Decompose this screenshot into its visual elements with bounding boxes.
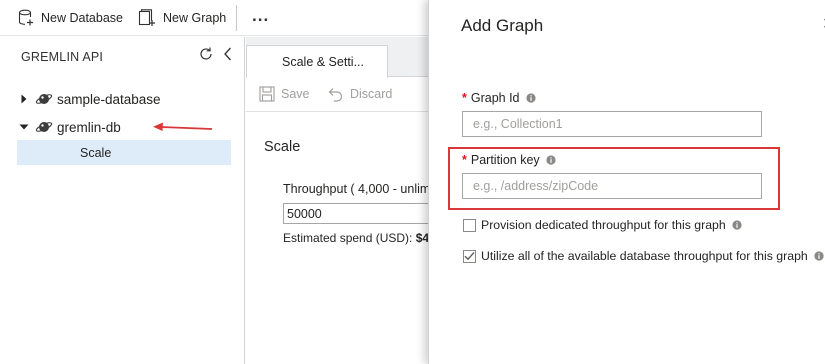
planet-icon [35, 122, 53, 132]
required-marker: * [462, 153, 467, 167]
toolbar-divider [236, 5, 237, 31]
estimated-spend: Estimated spend (USD): $4. [283, 231, 432, 245]
utilize-throughput-checkbox[interactable] [463, 249, 476, 263]
caret-down-icon[interactable] [16, 119, 32, 135]
partition-key-label: * Partition key [462, 153, 556, 167]
tree-item-gremlin-db[interactable]: gremlin-db [0, 115, 121, 139]
panel-title: Add Graph [461, 16, 544, 35]
new-database-button[interactable]: New Database [18, 7, 123, 29]
required-marker: * [462, 91, 467, 105]
discard-button[interactable]: Discard [326, 84, 392, 104]
save-button[interactable]: Save [259, 84, 310, 104]
scale-settings-panel: Scale & Setti... Save Discard Scale Thro… [246, 37, 443, 364]
graph-id-input[interactable]: e.g., Collection1 [462, 111, 762, 137]
spend-label: Estimated spend (USD): [283, 231, 413, 245]
tree-item-label: sample-database [57, 91, 161, 107]
database-plus-icon [18, 9, 33, 26]
save-label: Save [281, 87, 310, 101]
utilize-throughput-label: Utilize all of the available database th… [481, 249, 808, 263]
new-graph-label: New Graph [163, 11, 227, 25]
resource-tree-panel: GREMLIN API sample-database gremlin-db S… [0, 37, 245, 364]
partition-key-input[interactable]: e.g., /address/zipCode [462, 173, 762, 199]
new-database-label: New Database [41, 11, 123, 25]
provision-throughput-label: Provision dedicated throughput for this … [481, 218, 726, 232]
command-bar-divider [246, 111, 430, 112]
refresh-icon[interactable] [198, 46, 214, 62]
provision-throughput-checkbox[interactable] [463, 218, 476, 232]
new-graph-button[interactable]: New Graph [138, 7, 226, 29]
section-heading: Scale [264, 139, 301, 155]
tab-scale-settings[interactable]: Scale & Setti... [246, 45, 388, 78]
provision-throughput-checkbox-row[interactable]: Provision dedicated throughput for this … [463, 218, 742, 232]
annotation-arrow-icon [153, 122, 213, 131]
caret-right-icon[interactable] [16, 91, 32, 107]
info-icon[interactable] [814, 251, 824, 261]
info-icon[interactable] [546, 155, 556, 165]
graph-plus-icon [138, 9, 155, 26]
planet-icon [35, 94, 53, 104]
checkmark-icon [464, 252, 475, 261]
throughput-label: Throughput ( 4,000 - unlim [283, 182, 431, 196]
tab-strip: Scale & Setti... [246, 37, 430, 78]
graph-id-label-text: Graph Id [470, 91, 520, 105]
tree-item-label: Scale [80, 145, 112, 160]
info-icon[interactable] [732, 220, 742, 230]
top-toolbar: New Database New Graph ... [0, 0, 430, 36]
graph-id-label: * Graph Id [462, 91, 536, 105]
info-icon[interactable] [525, 93, 536, 103]
chevron-left-icon[interactable] [222, 46, 234, 62]
tree-item-scale[interactable]: Scale [17, 140, 231, 165]
tree-item-sample-database[interactable]: sample-database [0, 87, 161, 111]
partition-key-label-text: Partition key [470, 153, 540, 167]
save-icon [259, 86, 275, 102]
utilize-throughput-checkbox-row[interactable]: Utilize all of the available database th… [463, 249, 824, 263]
discard-label: Discard [350, 87, 393, 101]
undo-icon [328, 88, 343, 102]
more-options-button[interactable]: ... [252, 6, 269, 26]
add-graph-panel: Add Graph ✕ * Graph Id e.g., Collection1… [428, 0, 825, 364]
tree-item-label: gremlin-db [57, 119, 121, 135]
throughput-input[interactable]: 50000 [283, 203, 443, 224]
api-title: GREMLIN API [21, 50, 104, 64]
